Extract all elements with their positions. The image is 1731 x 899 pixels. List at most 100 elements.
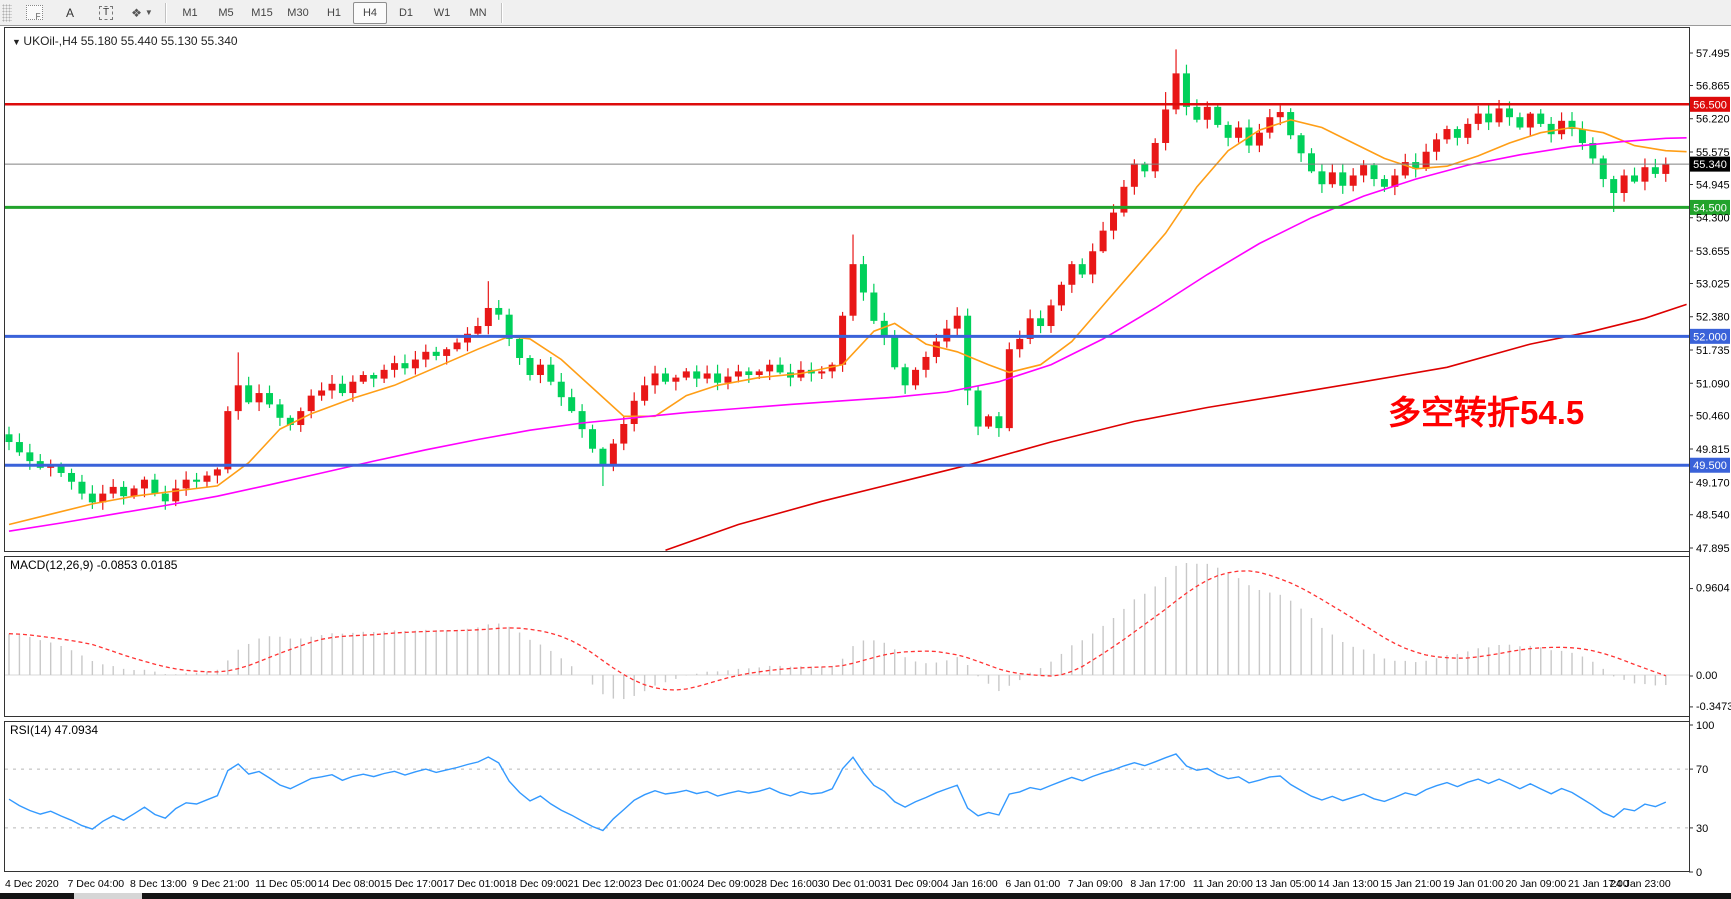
candle xyxy=(1631,175,1638,181)
symbol-dropdown-icon: ▼ xyxy=(12,37,23,47)
date-label: 11 Dec 05:00 xyxy=(255,878,317,890)
timeframe-button-mn[interactable]: MN xyxy=(461,2,495,24)
rsi-axis-label: 30 xyxy=(1696,823,1708,835)
candle xyxy=(16,442,23,452)
chart-area: 56.50055.34054.50052.00049.50057.49556.8… xyxy=(0,26,1731,899)
candle xyxy=(912,370,919,385)
price-tick-label: 53.025 xyxy=(1696,278,1730,290)
candle xyxy=(704,373,711,378)
candle xyxy=(985,416,992,426)
candle xyxy=(756,371,763,375)
candle xyxy=(766,365,773,372)
candle xyxy=(891,336,898,367)
time-axis: 4 Dec 20207 Dec 04:008 Dec 13:009 Dec 21… xyxy=(5,878,1671,890)
candle xyxy=(1089,251,1096,274)
objects-icon: ❖ xyxy=(131,6,143,20)
candle xyxy=(1652,167,1659,174)
candle xyxy=(1464,124,1471,138)
candle xyxy=(547,365,554,382)
price-tick-label: 49.170 xyxy=(1696,477,1730,489)
candle xyxy=(162,494,169,502)
candle xyxy=(474,326,481,334)
candle xyxy=(1162,109,1169,143)
macd-label: MACD(12,26,9) -0.0853 0.0185 xyxy=(10,558,178,572)
date-label: 9 Dec 21:00 xyxy=(193,878,250,890)
timeframe-button-m30[interactable]: M30 xyxy=(281,2,315,24)
macd-axis-label: -0.3473 xyxy=(1696,701,1731,713)
date-label: 24 Jan 23:00 xyxy=(1610,878,1671,890)
candle xyxy=(1110,213,1117,231)
candle xyxy=(1527,114,1534,128)
toolbar-grip[interactable] xyxy=(2,4,12,22)
date-label: 6 Jan 01:00 xyxy=(1005,878,1060,890)
price-tick-label: 50.460 xyxy=(1696,411,1730,423)
candle xyxy=(714,373,721,382)
chart-shift-button[interactable]: F xyxy=(17,2,51,24)
chart-toolbar: F A T ❖ ▼ M1M5M15M30H1H4D1W1MN xyxy=(0,0,1731,26)
candle xyxy=(693,371,700,378)
price-badge-label: 56.500 xyxy=(1693,99,1727,111)
candle xyxy=(1423,152,1430,169)
candle xyxy=(1506,108,1513,117)
window-bottom-bar-segment[interactable] xyxy=(74,893,142,899)
price-tick-label: 51.090 xyxy=(1696,378,1730,390)
candle xyxy=(422,352,429,360)
candle xyxy=(1152,143,1159,171)
price-tick-label: 56.220 xyxy=(1696,114,1730,126)
candle xyxy=(662,373,669,381)
date-label: 15 Dec 17:00 xyxy=(380,878,443,890)
candle xyxy=(131,488,138,496)
price-badge-label: 49.500 xyxy=(1693,460,1727,472)
candle xyxy=(151,480,158,494)
date-label: 23 Dec 01:00 xyxy=(630,878,693,890)
price-tick-label: 54.300 xyxy=(1696,213,1730,225)
timeframe-button-m5[interactable]: M5 xyxy=(209,2,243,24)
timeframe-button-h1[interactable]: H1 xyxy=(317,2,351,24)
candle xyxy=(599,449,606,466)
date-label: 11 Jan 20:00 xyxy=(1193,878,1253,890)
timeframe-button-d1[interactable]: D1 xyxy=(389,2,423,24)
date-label: 20 Jan 09:00 xyxy=(1505,878,1566,890)
candle xyxy=(995,416,1002,428)
candle xyxy=(1193,107,1200,120)
candle xyxy=(818,371,825,373)
candle xyxy=(839,316,846,365)
candle xyxy=(203,476,210,482)
candle xyxy=(724,377,731,383)
candle xyxy=(193,480,200,482)
candle xyxy=(745,371,752,375)
candle xyxy=(652,373,659,385)
price-tick-label: 53.655 xyxy=(1696,246,1730,258)
candle xyxy=(1308,153,1315,171)
candle xyxy=(1058,285,1065,306)
candle xyxy=(1548,124,1555,134)
text-label-button[interactable]: A xyxy=(53,2,87,24)
timeframe-button-w1[interactable]: W1 xyxy=(425,2,459,24)
candle xyxy=(975,390,982,426)
timeframe-button-h4[interactable]: H4 xyxy=(353,2,387,24)
candle xyxy=(1068,264,1075,285)
timeframe-button-m15[interactable]: M15 xyxy=(245,2,279,24)
price-tick-label: 47.895 xyxy=(1696,543,1730,555)
objects-button[interactable]: ❖ ▼ xyxy=(125,2,159,24)
candle xyxy=(1454,129,1461,138)
price-badge-label: 52.000 xyxy=(1693,331,1727,343)
candle xyxy=(1131,164,1138,187)
date-label: 8 Jan 17:00 xyxy=(1130,878,1185,890)
candle xyxy=(735,371,742,376)
text-box-button[interactable]: T xyxy=(89,2,123,24)
date-label: 15 Jan 21:00 xyxy=(1380,878,1441,890)
timeframe-button-m1[interactable]: M1 xyxy=(173,2,207,24)
candle xyxy=(1204,107,1211,120)
trading-terminal-window: F A T ❖ ▼ M1M5M15M30H1H4D1W1MN 56.50055.… xyxy=(0,0,1731,899)
date-label: 4 Jan 16:00 xyxy=(943,878,998,890)
candle xyxy=(454,343,461,350)
candle xyxy=(579,411,586,429)
candle xyxy=(1016,339,1023,349)
price-tick-label: 56.865 xyxy=(1696,80,1730,92)
rsi-label: RSI(14) 47.0934 xyxy=(10,723,98,737)
candle xyxy=(1433,139,1440,151)
candle xyxy=(516,339,523,358)
candle xyxy=(641,385,648,400)
rsi-axis-label: 100 xyxy=(1696,720,1714,732)
